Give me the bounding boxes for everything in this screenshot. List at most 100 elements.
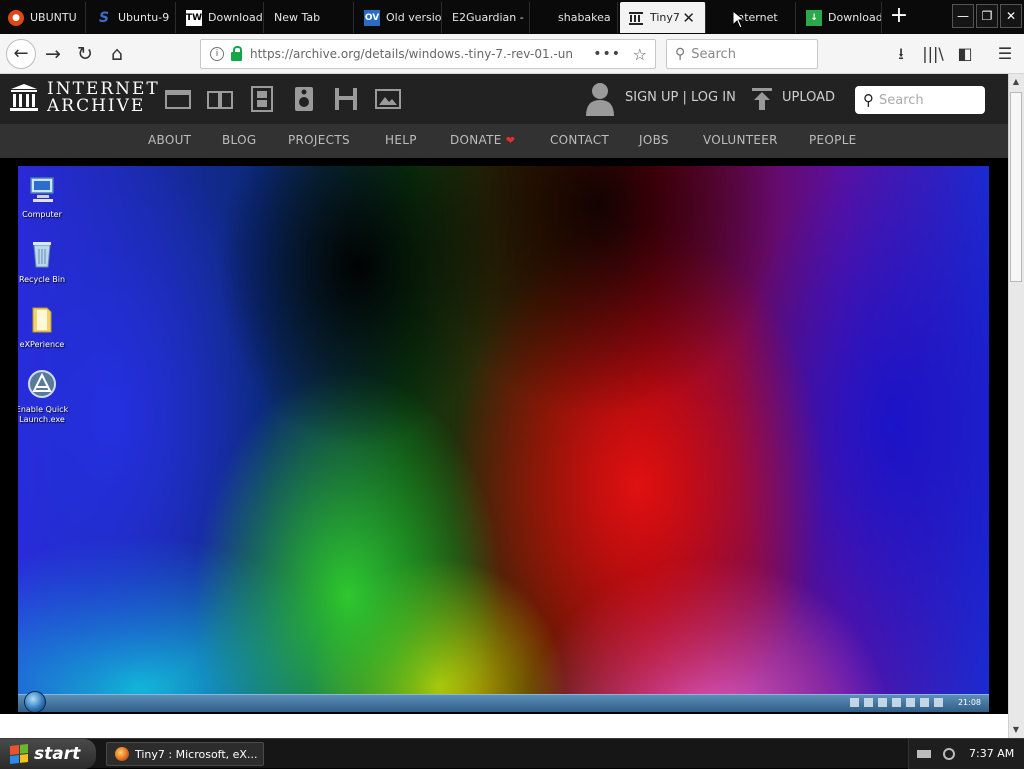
url-bar[interactable]: i https://archive.org/details/windows.-t… bbox=[200, 39, 656, 69]
video-icon[interactable] bbox=[249, 86, 275, 112]
restore-button[interactable]: ❐ bbox=[976, 4, 998, 28]
reload-button[interactable]: ↻ bbox=[72, 41, 98, 67]
bookmark-star-icon[interactable]: ☆ bbox=[633, 45, 647, 64]
desktop-icon-quick-launch[interactable]: Enable Quick Launch.exe bbox=[18, 369, 72, 425]
web-icon[interactable] bbox=[165, 86, 191, 112]
ia-search-input[interactable]: ⚲ Search bbox=[855, 86, 985, 114]
tab-ubuntu[interactable]: ● UBUNTU bbox=[0, 2, 86, 33]
new-tab-button[interactable]: + bbox=[886, 4, 912, 30]
keyboard-icon[interactable] bbox=[917, 750, 931, 758]
texts-icon[interactable] bbox=[207, 86, 233, 112]
user-avatar-icon[interactable] bbox=[586, 82, 614, 116]
audio-icon[interactable] bbox=[291, 86, 317, 112]
url-text[interactable]: https://archive.org/details/windows.-tin… bbox=[250, 47, 590, 61]
sidebar-icon[interactable]: ◧ bbox=[954, 43, 976, 65]
scroll-up-icon[interactable]: ▲ bbox=[1010, 76, 1022, 88]
emulated-taskbar: 21:08 bbox=[18, 691, 989, 712]
more-actions-icon[interactable]: ••• bbox=[593, 46, 621, 62]
tw-logo-icon: TW bbox=[186, 9, 202, 26]
desktop-icon-recycle-bin[interactable]: Recycle Bin bbox=[18, 239, 72, 285]
scrollbar-thumb[interactable] bbox=[1010, 92, 1022, 282]
emulated-system-tray: 21:08 bbox=[849, 698, 981, 707]
host-clock[interactable]: 7:37 AM bbox=[969, 747, 1014, 760]
nav-blog[interactable]: BLOG bbox=[222, 133, 256, 147]
lock-icon bbox=[231, 45, 242, 61]
nav-help[interactable]: HELP bbox=[385, 133, 417, 147]
sign-up-login-link[interactable]: SIGN UP | LOG IN bbox=[625, 90, 736, 105]
close-tab-icon[interactable]: ✕ bbox=[682, 9, 695, 27]
tab-old-version[interactable]: OV Old versio bbox=[356, 2, 442, 33]
start-button[interactable]: start bbox=[0, 739, 96, 769]
tray-icon[interactable] bbox=[919, 698, 929, 707]
browser-search-placeholder: Search bbox=[691, 46, 736, 62]
host-system-tray: 7:37 AM bbox=[908, 739, 1024, 769]
search-icon: ⚲ bbox=[675, 46, 686, 62]
upload-link[interactable]: UPLOAD bbox=[782, 90, 835, 105]
tab-download-green[interactable]: ↓ Download bbox=[798, 2, 882, 33]
mouse-cursor-icon bbox=[733, 11, 745, 29]
taskbar-window-firefox[interactable]: Tiny7 : Microsoft, eX... bbox=[106, 742, 264, 766]
tab-shabakea[interactable]: shabakea bbox=[532, 2, 618, 33]
info-icon[interactable]: i bbox=[210, 47, 224, 61]
firefox-icon bbox=[115, 747, 129, 761]
nav-contact[interactable]: CONTACT bbox=[550, 133, 609, 147]
tab-e2guardian[interactable]: E2Guardian - bbox=[444, 2, 530, 33]
nav-donate[interactable]: DONATE ❤ bbox=[450, 133, 515, 147]
page-below-emulator bbox=[0, 714, 1008, 738]
emulated-desktop[interactable]: Computer Recycle Bin eXPerience Enable Q… bbox=[18, 166, 989, 712]
nav-projects[interactable]: PROJECTS bbox=[288, 133, 350, 147]
desktop-icon-computer[interactable]: Computer bbox=[18, 174, 72, 220]
volume-icon[interactable] bbox=[933, 698, 943, 707]
forward-button[interactable]: → bbox=[40, 41, 66, 67]
tray-icon[interactable] bbox=[849, 698, 859, 707]
desktop-icon-experience[interactable]: eXPerience bbox=[18, 304, 72, 350]
minimize-button[interactable]: — bbox=[952, 4, 974, 28]
heart-icon: ❤ bbox=[505, 134, 516, 147]
emulator-frame: Computer Recycle Bin eXPerience Enable Q… bbox=[0, 158, 1008, 722]
ia-search-placeholder: Search bbox=[879, 92, 924, 108]
archive-icon bbox=[628, 10, 644, 26]
library-icon[interactable]: |||\ bbox=[922, 43, 944, 65]
archive-logo-icon[interactable] bbox=[10, 84, 38, 112]
tab-new-tab[interactable]: New Tab bbox=[266, 2, 354, 33]
ia-top-nav: ABOUT BLOG PROJECTS HELP DONATE ❤ CONTAC… bbox=[0, 124, 1008, 158]
computer-icon bbox=[30, 177, 54, 202]
software-icon[interactable] bbox=[333, 86, 359, 112]
recycle-bin-icon bbox=[33, 242, 51, 268]
tab-download-tw[interactable]: TW Download bbox=[178, 2, 264, 33]
emulated-clock[interactable]: 21:08 bbox=[958, 698, 981, 707]
ia-header: INTERNET ARCHIVE SIGN UP | LOG IN UPLOAD… bbox=[0, 74, 1008, 124]
network-icon[interactable] bbox=[943, 748, 955, 760]
search-icon: ⚲ bbox=[863, 91, 874, 109]
tab-internet[interactable]: Internet bbox=[708, 2, 796, 33]
tray-icon[interactable] bbox=[877, 698, 887, 707]
quick-launch-icon bbox=[28, 370, 56, 398]
ubuntu-icon: ● bbox=[8, 9, 24, 26]
nav-people[interactable]: PEOPLE bbox=[809, 133, 857, 147]
browser-search-input[interactable]: ⚲ Search bbox=[666, 39, 818, 69]
nav-about[interactable]: ABOUT bbox=[148, 133, 191, 147]
windows-flag-icon bbox=[10, 744, 28, 764]
ov-logo-icon: OV bbox=[364, 9, 380, 26]
nav-jobs[interactable]: JOBS bbox=[639, 133, 669, 147]
close-window-button[interactable]: ✕ bbox=[1000, 4, 1022, 28]
tab-tiny7-active[interactable]: Tiny7 ✕ bbox=[620, 2, 706, 33]
browser-nav-bar: ← → ↻ ⌂ i https://archive.org/details/wi… bbox=[0, 34, 1024, 74]
tray-icon[interactable] bbox=[863, 698, 873, 707]
menu-icon[interactable]: ☰ bbox=[994, 43, 1016, 65]
upload-icon[interactable] bbox=[752, 88, 772, 110]
nav-volunteer[interactable]: VOLUNTEER bbox=[703, 133, 778, 147]
home-button[interactable]: ⌂ bbox=[104, 41, 130, 67]
folder-icon bbox=[32, 307, 52, 333]
download-green-icon: ↓ bbox=[806, 9, 822, 26]
windows-start-orb[interactable] bbox=[24, 691, 46, 712]
images-icon[interactable] bbox=[375, 86, 401, 112]
tab-ubuntu-9[interactable]: S Ubuntu-9 bbox=[88, 2, 176, 33]
scroll-down-icon[interactable]: ▼ bbox=[1010, 724, 1022, 736]
back-button[interactable]: ← bbox=[6, 39, 36, 69]
ia-logo-text[interactable]: INTERNET ARCHIVE bbox=[47, 81, 160, 115]
host-taskbar: start Tiny7 : Microsoft, eX... 7:37 AM bbox=[0, 738, 1024, 769]
tray-icon[interactable] bbox=[905, 698, 915, 707]
tray-icon[interactable] bbox=[891, 698, 901, 707]
downloads-icon[interactable]: ⭳ bbox=[890, 43, 912, 65]
